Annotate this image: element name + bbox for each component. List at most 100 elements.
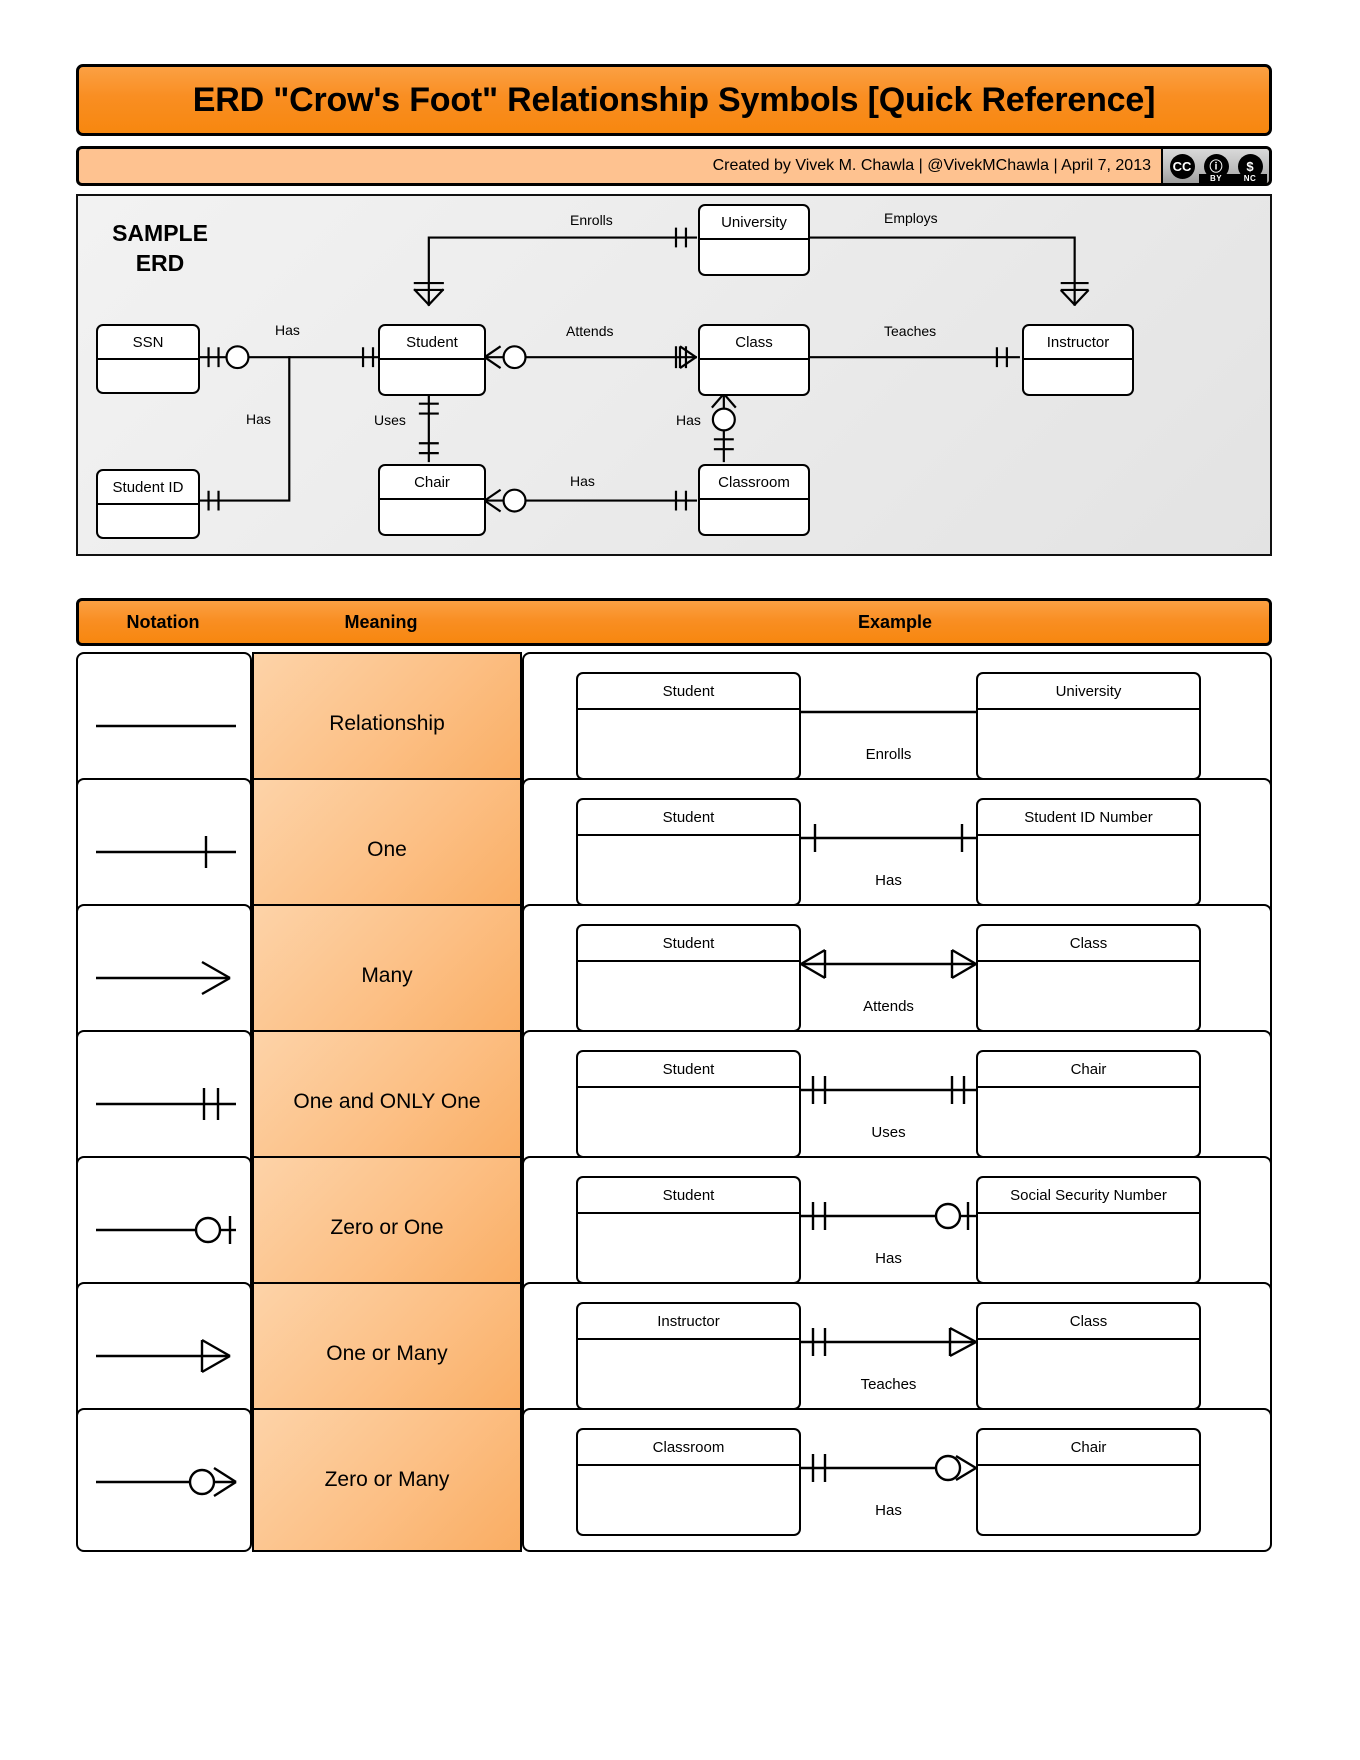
- example-entity-right-label: Social Security Number: [978, 1178, 1199, 1214]
- example-entity-left-label: Student: [578, 1178, 799, 1214]
- example-connector: [801, 824, 976, 852]
- table-row[interactable]: Many Student Attends Class: [76, 904, 1272, 1048]
- cc-nc-label: NC: [1233, 174, 1267, 183]
- attribution-bar: Created by Vivek M. Chawla | @VivekMChaw…: [76, 146, 1272, 186]
- example-connector: [801, 1202, 976, 1230]
- table-row[interactable]: Relationship Student Enrolls University: [76, 652, 1272, 796]
- erd-entity-student-id[interactable]: Student ID: [96, 469, 200, 539]
- example-entity-right[interactable]: Chair: [976, 1050, 1201, 1158]
- notation-cell: [76, 1408, 252, 1552]
- erd-rel-label-has-student-id: Has: [246, 411, 271, 427]
- example-relationship-label: Has: [875, 872, 902, 889]
- erd-entity-university-body: [700, 240, 808, 274]
- erd-entity-student-body: [380, 360, 484, 394]
- erd-entity-university[interactable]: University: [698, 204, 810, 276]
- notation-one-bar-icon: [96, 836, 236, 868]
- erd-entity-classroom-label: Classroom: [700, 466, 808, 500]
- example-entity-right-label: Chair: [978, 1430, 1199, 1466]
- example-entity-left-label: Student: [578, 1052, 799, 1088]
- table-row[interactable]: One Student Has Student ID Number: [76, 778, 1272, 922]
- cc-by-icon: ⓘ BY: [1199, 149, 1233, 183]
- example-entity-right[interactable]: Social Security Number: [976, 1176, 1201, 1284]
- example-entity-left-label: Classroom: [578, 1430, 799, 1466]
- table-header-row: Notation Meaning Example: [76, 598, 1272, 646]
- page-title: ERD "Crow's Foot" Relationship Symbols […: [192, 80, 1156, 119]
- example-entity-left[interactable]: Student: [576, 672, 801, 780]
- column-header-example: Example: [857, 611, 933, 632]
- example-entity-right-label: Class: [978, 926, 1199, 962]
- example-connector: [801, 948, 976, 980]
- table-row[interactable]: One or Many Instructor Teaches Class: [76, 1282, 1272, 1426]
- example-entity-left[interactable]: Student: [576, 798, 801, 906]
- example-relationship-label: Attends: [863, 998, 914, 1015]
- example-entity-right[interactable]: Class: [976, 1302, 1201, 1410]
- erd-entity-instructor-label: Instructor: [1024, 326, 1132, 360]
- notation-double-bar-icon: [96, 1088, 236, 1120]
- erd-entity-instructor[interactable]: Instructor: [1022, 324, 1134, 396]
- title-bar: ERD "Crow's Foot" Relationship Symbols […: [76, 64, 1272, 136]
- notation-cell: [76, 1282, 252, 1426]
- example-entity-right[interactable]: Class: [976, 924, 1201, 1032]
- notation-bar-crows-foot-icon: [96, 1338, 231, 1374]
- example-entity-left[interactable]: Classroom: [576, 1428, 801, 1536]
- erd-entity-classroom[interactable]: Classroom: [698, 464, 810, 536]
- meaning-cell: Zero or Many: [252, 1408, 522, 1552]
- erd-entity-chair[interactable]: Chair: [378, 464, 486, 536]
- erd-rel-label-uses: Uses: [374, 412, 406, 428]
- erd-rel-label-teaches: Teaches: [884, 323, 937, 339]
- erd-entity-chair-body: [380, 500, 484, 534]
- example-entity-right-label: University: [978, 674, 1199, 710]
- example-entity-right[interactable]: University: [976, 672, 1201, 780]
- meaning-label: Many: [361, 964, 413, 987]
- example-entity-right-label: Student ID Number: [978, 800, 1199, 836]
- example-entity-left-label: Student: [578, 800, 799, 836]
- erd-entity-class-label: Class: [700, 326, 808, 360]
- erd-entity-chair-label: Chair: [380, 466, 484, 500]
- erd-entity-class[interactable]: Class: [698, 324, 810, 396]
- notation-cell: [76, 1156, 252, 1300]
- erd-entity-university-label: University: [700, 206, 808, 240]
- example-entity-left[interactable]: Student: [576, 924, 801, 1032]
- example-cell: Student Has Social Security Number: [522, 1156, 1272, 1300]
- example-connector: [801, 1454, 976, 1482]
- example-cell: Student Has Student ID Number: [522, 778, 1272, 922]
- example-relationship-label: Has: [875, 1250, 902, 1267]
- erd-rel-label-employs: Employs: [884, 210, 938, 226]
- cc-by-label: BY: [1199, 174, 1233, 183]
- erd-entity-student-label: Student: [380, 326, 484, 360]
- table-row[interactable]: One and ONLY One Student Uses Chair: [76, 1030, 1272, 1174]
- notation-circle-bar-icon: [96, 1216, 236, 1244]
- example-entity-right[interactable]: Chair: [976, 1428, 1201, 1536]
- cc-logo-icon: CC: [1165, 149, 1199, 183]
- example-entity-right[interactable]: Student ID Number: [976, 798, 1201, 906]
- example-connector: [801, 1076, 976, 1104]
- example-entity-left[interactable]: Student: [576, 1050, 801, 1158]
- erd-rel-label-has-ssn: Has: [275, 322, 300, 338]
- example-entity-right-label: Class: [978, 1304, 1199, 1340]
- meaning-cell: Many: [252, 904, 522, 1048]
- attribution-text: Created by Vivek M. Chawla | @VivekMChaw…: [712, 157, 1151, 174]
- meaning-label: Zero or Many: [324, 1468, 450, 1491]
- meaning-cell: One: [252, 778, 522, 922]
- column-header-notation: Notation: [126, 611, 200, 632]
- erd-entity-ssn[interactable]: SSN: [96, 324, 200, 394]
- example-connector: [801, 1326, 976, 1358]
- erd-entity-classroom-body: [700, 500, 808, 534]
- erd-rel-label-enrolls: Enrolls: [570, 212, 613, 228]
- example-cell: Student Uses Chair: [522, 1030, 1272, 1174]
- page-root: ERD "Crow's Foot" Relationship Symbols […: [0, 0, 1360, 1760]
- erd-rel-label-has-classroom: Has: [676, 412, 701, 428]
- erd-entity-student[interactable]: Student: [378, 324, 486, 396]
- example-cell: Classroom Has Chair: [522, 1408, 1272, 1552]
- example-entity-left[interactable]: Instructor: [576, 1302, 801, 1410]
- table-row[interactable]: Zero or One Student Has Social Security …: [76, 1156, 1272, 1300]
- cc-nc-icon: $ NC: [1233, 149, 1267, 183]
- sample-erd-panel: SAMPLE ERD SSN Student ID Student Chair …: [76, 194, 1272, 556]
- creative-commons-badges: CC ⓘ BY $ NC: [1161, 149, 1269, 183]
- example-entity-left-label: Student: [578, 674, 799, 710]
- example-entity-left[interactable]: Student: [576, 1176, 801, 1284]
- example-relationship-label: Enrolls: [865, 746, 912, 763]
- notation-circle-crows-foot-icon: [96, 1466, 237, 1498]
- meaning-cell: One and ONLY One: [252, 1030, 522, 1174]
- table-row[interactable]: Zero or Many Classroom Has Chair: [76, 1408, 1272, 1552]
